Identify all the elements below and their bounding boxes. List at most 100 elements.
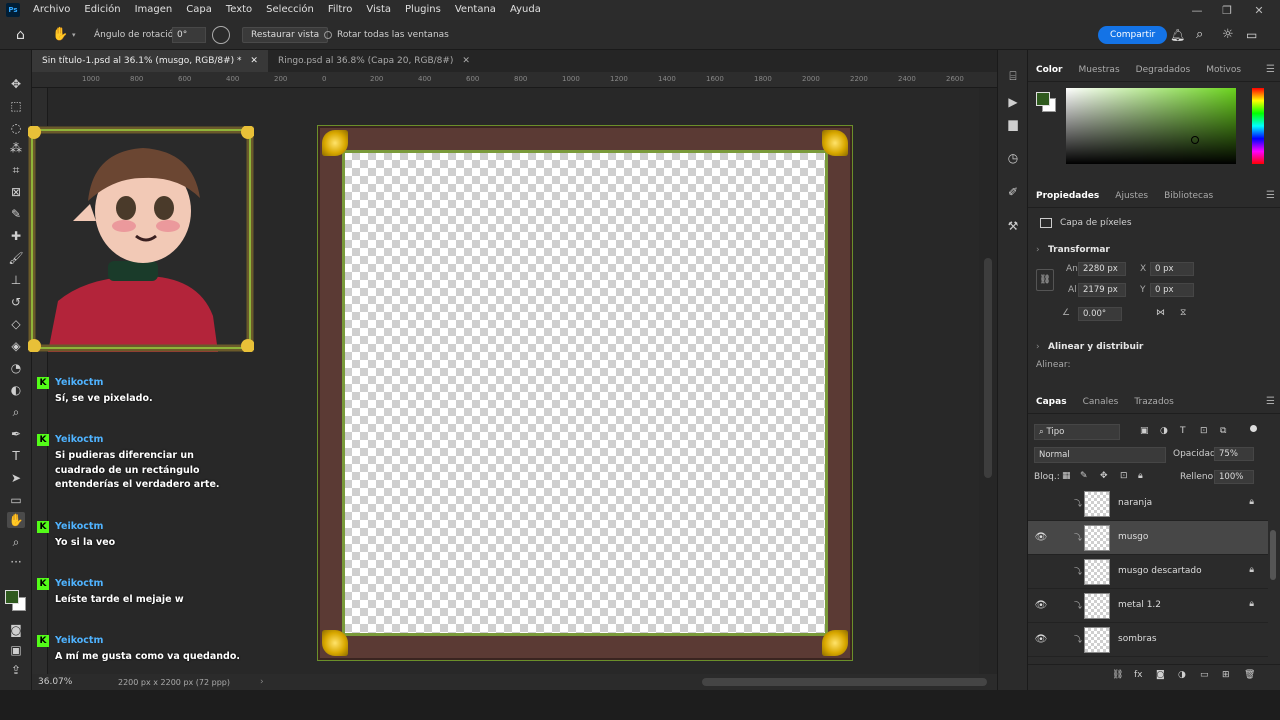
menu-edicion[interactable]: Edición	[77, 0, 127, 20]
zoom-level[interactable]: 36.07%	[38, 677, 72, 687]
tab-capas[interactable]: Capas	[1028, 390, 1075, 414]
flip-horizontal-icon[interactable]: ⋈	[1156, 308, 1165, 318]
menu-capa[interactable]: Capa	[179, 0, 219, 20]
angle-field[interactable]: 0.00°	[1078, 307, 1122, 321]
reset-view-button[interactable]: Restaurar vista	[242, 26, 329, 43]
close-icon[interactable]: ✕	[462, 56, 470, 66]
menu-imagen[interactable]: Imagen	[128, 0, 180, 20]
visibility-toggle[interactable]	[1034, 564, 1048, 578]
layer-item-metal[interactable]: 👁︎ ⤵ metal 1.2 🔒︎	[1028, 589, 1268, 623]
menu-vista[interactable]: Vista	[359, 0, 398, 20]
lasso-tool-icon[interactable]: ◌	[7, 120, 25, 136]
more-tools-icon[interactable]: ···	[7, 554, 25, 570]
document-canvas[interactable]	[318, 126, 852, 660]
close-icon[interactable]: ✕	[250, 56, 258, 66]
blend-mode-select[interactable]: Normal	[1034, 447, 1166, 463]
foreground-color-swatch[interactable]	[5, 590, 19, 604]
tab-ringo[interactable]: Ringo.psd al 36.8% (Capa 20, RGB/8#) ✕	[268, 50, 480, 72]
eye-icon[interactable]: 👁︎	[1034, 530, 1048, 544]
screen-mode-icon[interactable]: ▣	[7, 642, 25, 658]
filter-pixel-icon[interactable]: ▣	[1140, 426, 1149, 436]
close-window-icon[interactable]: ✕	[1244, 0, 1274, 20]
eraser-tool-icon[interactable]: ◇	[7, 316, 25, 332]
fill-field[interactable]: 100%	[1214, 470, 1254, 484]
flip-vertical-icon[interactable]: ⧖	[1180, 308, 1186, 318]
filter-toggle-icon[interactable]	[1250, 425, 1257, 432]
x-field[interactable]: 0 px	[1150, 262, 1194, 276]
workspace-icon[interactable]: ▭	[1246, 28, 1257, 42]
brush-tool-icon[interactable]: 🖌︎	[7, 250, 25, 266]
group-folder-icon[interactable]: ▭	[1200, 670, 1209, 680]
hand-tool-icon[interactable]: ✋	[7, 512, 25, 528]
tab-sin-titulo[interactable]: Sin título-1.psd al 36.1% (musgo, RGB/8#…	[32, 50, 268, 72]
history-icon[interactable]: ◷	[1004, 150, 1022, 166]
lock-all-icon[interactable]: 🔒︎	[1138, 471, 1143, 481]
restore-icon[interactable]: ❐	[1212, 0, 1242, 20]
zoom-tool-icon[interactable]: ⌕	[7, 534, 25, 550]
tab-ajustes[interactable]: Ajustes	[1107, 184, 1156, 208]
adjustment-layer-icon[interactable]: ◑	[1178, 670, 1186, 680]
lock-move-icon[interactable]: ✥	[1100, 471, 1108, 481]
marquee-tool-icon[interactable]: ⬚	[7, 98, 25, 114]
filter-shape-icon[interactable]: ⊡	[1200, 426, 1208, 436]
opacity-field[interactable]: 75%	[1214, 447, 1254, 461]
brush-settings-icon[interactable]: ✐	[1004, 184, 1022, 200]
visibility-toggle[interactable]	[1034, 496, 1048, 510]
height-field[interactable]: 2179 px	[1078, 283, 1126, 297]
trash-icon[interactable]: 🗑︎	[1244, 670, 1255, 680]
history-panel-icon[interactable]: ⌸	[1004, 68, 1022, 84]
rectangle-tool-icon[interactable]: ▭	[7, 492, 25, 508]
link-proportions-icon[interactable]: ⛓	[1036, 269, 1054, 291]
hue-slider[interactable]	[1252, 88, 1264, 164]
tab-trazados[interactable]: Trazados	[1126, 390, 1182, 414]
paint-bucket-icon[interactable]: ◈	[7, 338, 25, 354]
share-button[interactable]: Compartir	[1098, 25, 1168, 44]
eyedropper-icon[interactable]: ✎	[7, 206, 25, 222]
minimize-icon[interactable]: —	[1182, 0, 1212, 20]
quick-mask-icon[interactable]: ◙	[7, 622, 25, 638]
link-layers-icon[interactable]: ⛓	[1112, 670, 1123, 680]
magic-wand-icon[interactable]: ⁂	[7, 140, 25, 156]
chevron-down-icon[interactable]: ›	[1036, 342, 1040, 352]
chevron-down-icon[interactable]: ▾	[72, 31, 76, 39]
menu-seleccion[interactable]: Selección	[259, 0, 321, 20]
crop-tool-icon[interactable]: ⌗	[7, 162, 25, 178]
history-brush-icon[interactable]: ↺	[7, 294, 25, 310]
fx-icon[interactable]: fx	[1134, 670, 1143, 680]
menu-ventana[interactable]: Ventana	[448, 0, 503, 20]
filter-type-icon[interactable]: T	[1180, 426, 1186, 436]
adjust-icon[interactable]: ⚒	[1004, 218, 1022, 234]
home-icon[interactable]: ⌂	[16, 27, 25, 43]
share-doc-icon[interactable]: ⇪	[7, 662, 25, 678]
search-icon[interactable]: ⌕	[1196, 27, 1203, 42]
panel-menu-icon[interactable]: ☰	[1266, 396, 1275, 407]
bell-icon[interactable]: 🔔︎	[1170, 28, 1185, 42]
eye-icon[interactable]: 👁︎	[1034, 632, 1048, 646]
scroll-thumb[interactable]	[984, 258, 992, 478]
move-tool-icon[interactable]: ✥	[7, 76, 25, 92]
menu-plugins[interactable]: Plugins	[398, 0, 448, 20]
stamp-tool-icon[interactable]: ⊥	[7, 272, 25, 288]
horizontal-scrollbar[interactable]	[272, 674, 987, 690]
menu-filtro[interactable]: Filtro	[321, 0, 360, 20]
tab-muestras[interactable]: Muestras	[1071, 58, 1128, 82]
add-mask-icon[interactable]: ◙	[1156, 670, 1165, 680]
layers-scrollbar[interactable]	[1270, 530, 1276, 580]
type-tool-icon[interactable]: T	[7, 448, 25, 464]
chevron-down-icon[interactable]: ›	[1036, 245, 1040, 255]
panel-menu-icon[interactable]: ☰	[1266, 64, 1275, 75]
color-picker-cursor-icon[interactable]	[1191, 136, 1199, 144]
tab-propiedades[interactable]: Propiedades	[1028, 184, 1107, 208]
layer-item-musgo-descartado[interactable]: ⤵ musgo descartado 🔒︎	[1028, 555, 1268, 589]
dodge-tool-icon[interactable]: ◐	[7, 382, 25, 398]
layer-item-sombras[interactable]: 👁︎ ⤵ sombras	[1028, 623, 1268, 657]
lock-transparent-icon[interactable]: ▦	[1062, 471, 1071, 481]
color-picker-field[interactable]	[1066, 88, 1236, 164]
filter-adjust-icon[interactable]: ◑	[1160, 426, 1168, 436]
tab-degradados[interactable]: Degradados	[1128, 58, 1199, 82]
comments-icon[interactable]: ▆	[1004, 116, 1022, 132]
healing-brush-icon[interactable]: ✚	[7, 228, 25, 244]
y-field[interactable]: 0 px	[1150, 283, 1194, 297]
vertical-scrollbar[interactable]	[979, 88, 997, 674]
rotation-dial-icon[interactable]	[212, 25, 230, 44]
